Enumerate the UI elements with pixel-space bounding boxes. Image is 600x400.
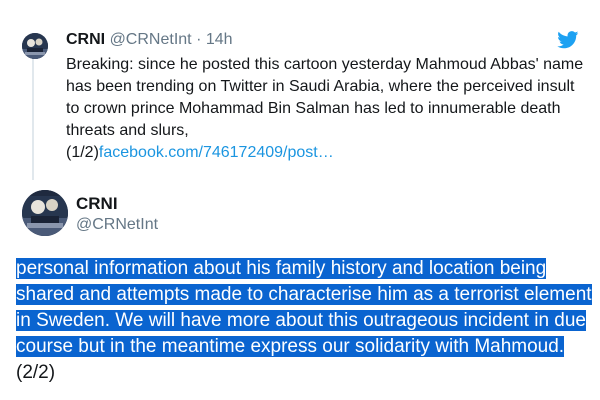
thread-counter: (2/2) — [16, 362, 56, 383]
avatar-image — [22, 190, 68, 236]
author-name[interactable]: CRNI — [76, 194, 118, 214]
avatar[interactable] — [22, 190, 68, 236]
quoted-author-name[interactable]: CRNI — [66, 31, 105, 48]
quoted-author-handle[interactable]: @CRNetInt — [110, 31, 192, 48]
selected-text: personal information about his family hi… — [16, 258, 592, 357]
quoted-tweet-header: CRNI @CRNetInt · 14h — [66, 30, 233, 50]
twitter-bird-icon[interactable] — [557, 31, 579, 49]
quoted-tweet-body: Breaking: since he posted this cartoon y… — [66, 56, 584, 139]
author-handle[interactable]: @CRNetInt — [76, 216, 158, 234]
tweet-timestamp[interactable]: 14h — [206, 31, 233, 48]
quoted-tweet-text: Breaking: since he posted this cartoon y… — [66, 54, 586, 164]
tweet-text: personal information about his family hi… — [16, 256, 596, 386]
thread-counter: (1/2) — [66, 144, 99, 161]
avatar[interactable] — [22, 33, 48, 59]
facebook-link[interactable]: facebook.com/746172409/post… — [99, 144, 334, 161]
header-separator: · — [196, 31, 202, 48]
thread-connector-line — [32, 56, 34, 180]
tweet-thread-screenshot: CRNI @CRNetInt · 14h Breaking: since he … — [0, 0, 600, 400]
avatar-image — [22, 33, 48, 59]
